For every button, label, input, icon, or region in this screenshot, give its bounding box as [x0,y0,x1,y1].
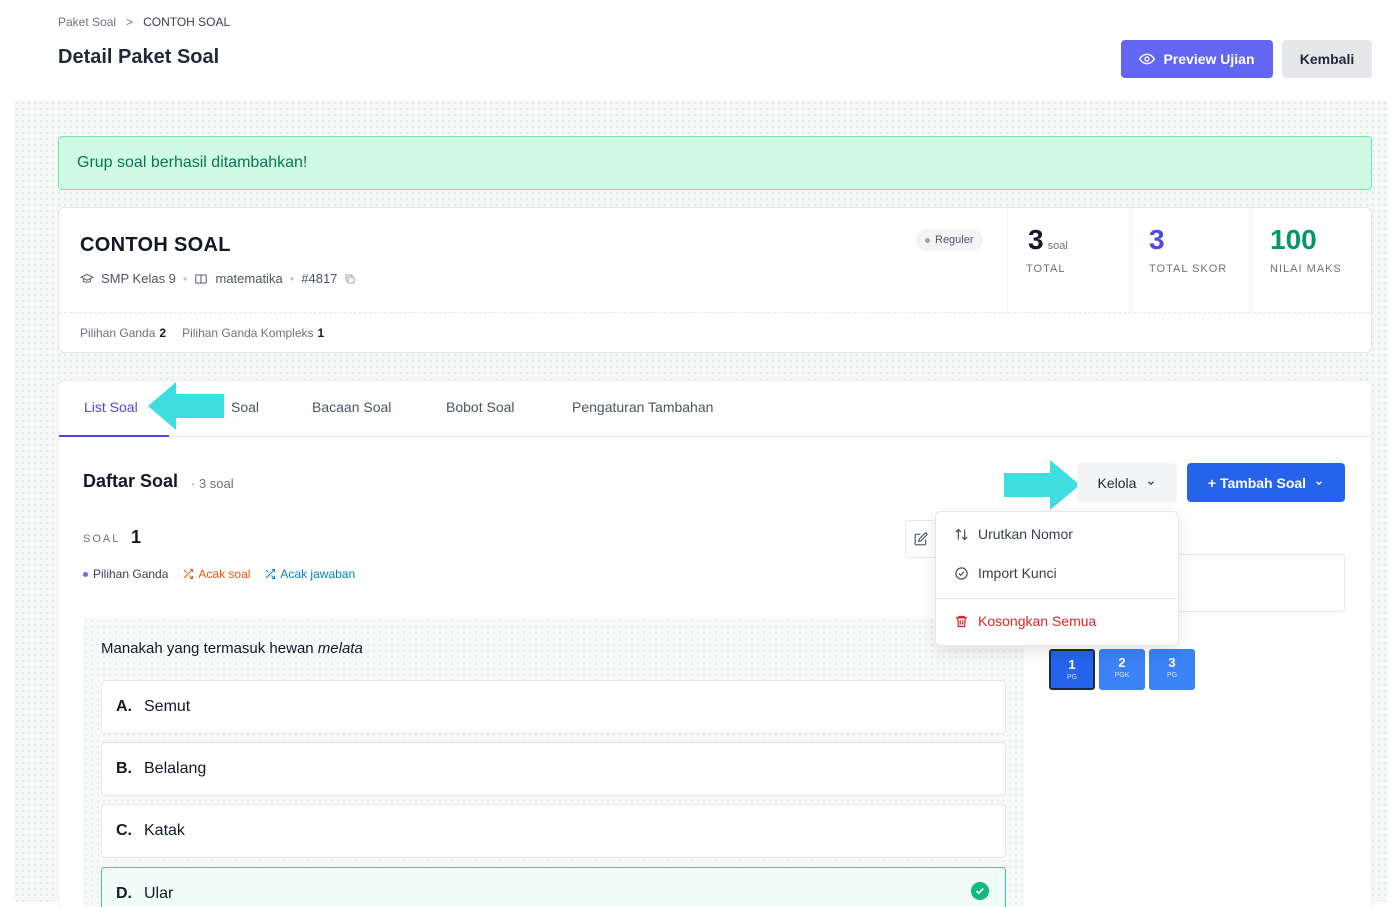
option-letter: B. [116,760,132,777]
answer-option-d[interactable]: D. Ular [101,867,1006,907]
check-circle-icon [955,566,968,580]
chevron-down-icon [1316,480,1323,485]
option-letter: A. [116,698,132,715]
add-question-button[interactable]: + Tambah Soal [1187,463,1345,502]
tab-bar: List Soal Soal Bacaan Soal Bobot Soal Pe… [59,381,1371,437]
question-number: 1 [131,527,142,547]
tab-soal[interactable]: Soal [231,399,259,415]
stat-skor-label: TOTAL SKOR [1149,263,1228,275]
menu-divider [936,598,1178,599]
package-level: SMP Kelas 9 [101,271,176,286]
annotation-arrow-left-icon [148,382,224,430]
success-alert: Grup soal berhasil ditambahkan! [58,136,1372,190]
preview-exam-label: Preview Ujian [1163,51,1255,67]
edit-question-button[interactable] [905,520,937,558]
option-letter: C. [116,822,132,839]
stat-total-value: 3 [1028,224,1044,255]
page-title: Detail Paket Soal [58,46,220,68]
trash-icon [955,615,968,627]
back-button[interactable]: Kembali [1282,40,1372,78]
option-text: Belalang [144,760,207,777]
active-tab-indicator [59,435,169,437]
stat-total-skor: 3 TOTAL SKOR [1131,208,1251,312]
stat-total-unit: soal [1047,240,1068,252]
tab-pengaturan-tambahan[interactable]: Pengaturan Tambahan [572,399,713,415]
tab-bacaan-soal[interactable]: Bacaan Soal [312,399,391,415]
shuffle-icon [184,569,194,579]
option-letter: D. [116,885,132,902]
breadcrumb-current: CONTOH SOAL [143,15,231,29]
sort-icon [955,528,968,540]
stat-total: 3 soal TOTAL [1007,208,1131,312]
edit-icon [914,532,928,546]
question-type-tag: Pilihan Ganda [83,567,168,581]
answer-option-c[interactable]: C. Katak [101,804,1006,858]
breadcrumb-parent-link[interactable]: Paket Soal [58,15,116,29]
answer-option-a[interactable]: A. Semut [101,680,1006,734]
graduation-cap-icon [80,273,94,283]
nav-question-2[interactable]: 2 PGK [1099,649,1145,690]
stat-nilai-maks: 100 NILAI MAKS [1251,208,1371,312]
question-type-summary: Pilihan Ganda 2 Pilihan Ganda Kompleks 1 [59,312,1371,352]
package-type-label: Reguler [935,234,974,246]
package-info-card: CONTOH SOAL SMP Kelas 9 • matematika • #… [58,207,1372,353]
package-title: CONTOH SOAL [80,234,231,256]
type-summary-item: Pilihan Ganda Kompleks 1 [182,325,325,340]
menu-item-import-kunci[interactable]: Import Kunci [954,565,1057,581]
menu-item-kosongkan-semua[interactable]: Kosongkan Semua [954,613,1096,629]
annotation-arrow-right-icon [1004,460,1080,510]
stat-total-label: TOTAL [1026,263,1066,275]
package-meta: SMP Kelas 9 • matematika • #4817 [80,271,356,286]
top-bar: Paket Soal > CONTOH SOAL Detail Paket So… [0,0,1400,100]
question-list-count: · 3 soal [191,476,234,491]
kelola-label: Kelola [1097,474,1137,491]
package-subject: matematika [215,271,283,286]
correct-answer-check-icon [971,882,989,900]
stat-skor-value: 3 [1149,224,1165,255]
question-label: SOAL [83,533,121,545]
alert-message: Grup soal berhasil ditambahkan! [77,154,308,171]
option-text: Katak [144,822,185,839]
tab-bobot-soal[interactable]: Bobot Soal [446,399,515,415]
question-emphasis: melata [317,640,363,657]
kelola-dropdown-button[interactable]: Kelola [1077,463,1177,502]
breadcrumb: Paket Soal > CONTOH SOAL [58,15,230,29]
preview-exam-button[interactable]: Preview Ujian [1121,40,1273,78]
kelola-dropdown-menu: Urutkan Nomor Import Kunci Kosongkan Sem… [935,511,1179,646]
nav-question-3[interactable]: 3 PG [1149,649,1195,690]
stat-nilai-label: NILAI MAKS [1270,263,1342,275]
copy-icon[interactable] [344,273,356,285]
book-icon [195,273,208,284]
question-text: Manakah yang termasuk hewan melata [101,640,363,657]
package-code: #4817 [301,271,338,286]
nav-question-1[interactable]: 1 PG [1049,649,1095,690]
breadcrumb-separator: > [126,15,134,29]
option-text: Semut [144,698,191,715]
question-tags: Pilihan Ganda Acak soal Acak jawaban [83,567,355,581]
shuffle-answer-tag: Acak jawaban [264,567,355,581]
option-text: Ular [144,885,174,902]
eye-icon [1139,53,1156,65]
shuffle-icon [266,569,276,579]
type-summary-item: Pilihan Ganda 2 [80,325,167,340]
stat-nilai-value: 100 [1270,224,1317,255]
tab-list-soal[interactable]: List Soal [84,399,138,415]
add-question-label: + Tambah Soal [1207,474,1307,491]
package-type-badge: Reguler [916,229,983,251]
answer-option-b[interactable]: B. Belalang [101,742,1006,796]
shuffle-question-tag: Acak soal [182,567,250,581]
chevron-down-icon [1148,480,1155,485]
question-list-title: Daftar Soal [83,471,179,491]
menu-item-urutkan-nomor[interactable]: Urutkan Nomor [954,526,1073,542]
